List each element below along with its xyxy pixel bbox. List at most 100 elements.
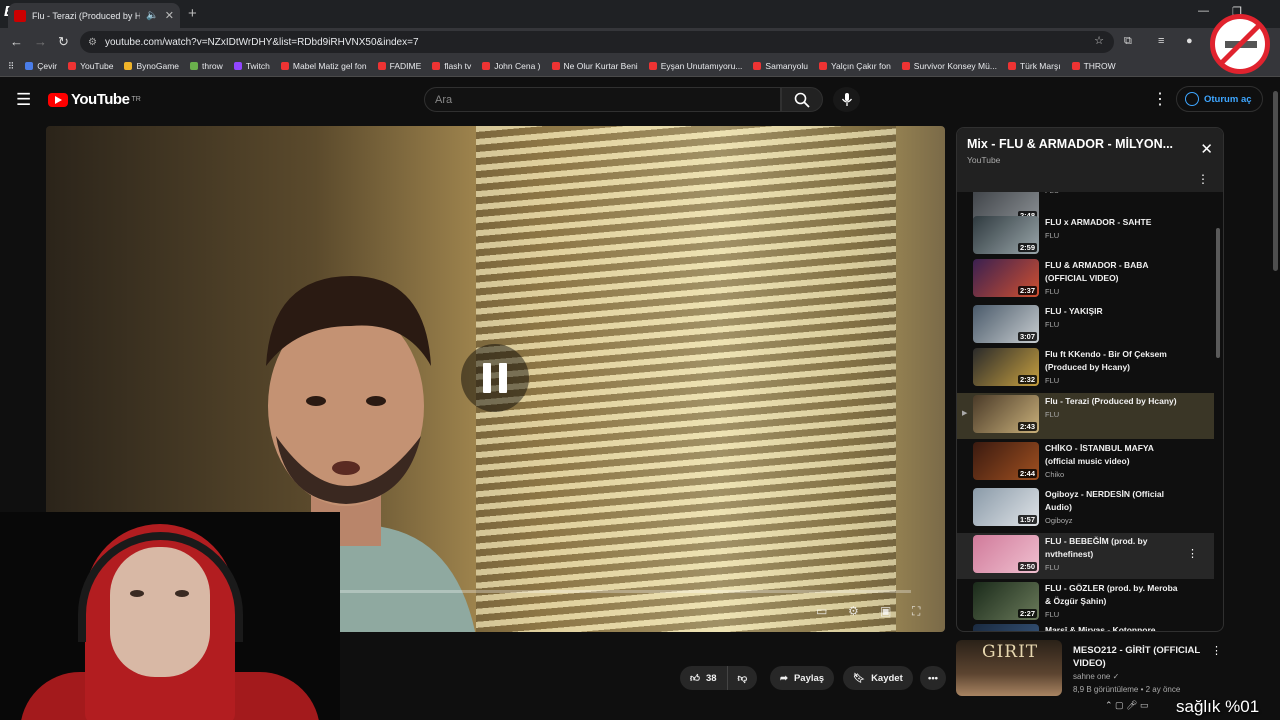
bookmark-item[interactable]: Samanyolu — [753, 61, 808, 71]
voice-search-button[interactable] — [833, 87, 860, 112]
settings-gear-icon[interactable]: ⚙ — [848, 604, 859, 618]
search-button[interactable] — [781, 87, 823, 112]
playlist-item-text: Flu ft KKendo - Bir Of Çeksem (Produced … — [1045, 348, 1185, 385]
bookmark-item[interactable]: Twitch — [233, 61, 270, 71]
playlist-item[interactable]: Marsî & Mirvas - Kotonnore — [957, 622, 1214, 632]
page-scrollbar[interactable] — [1270, 77, 1280, 720]
tab-title: Flu - Terazi (Produced by H — [32, 10, 141, 21]
browser-tab[interactable]: Flu - Terazi (Produced by H 🔈 ✕ — [8, 3, 180, 28]
bookmark-item[interactable]: Ne Olur Kurtar Beni — [551, 61, 638, 71]
share-button[interactable]: ➦ Paylaş — [770, 666, 835, 690]
extensions-icon[interactable]: ⧉ — [1124, 35, 1132, 48]
playlist-item[interactable]: 2:59 FLU x ARMADOR - SAHTE FLU — [957, 214, 1214, 260]
bookmark-favicon-icon — [482, 62, 491, 70]
pause-button[interactable] — [461, 344, 529, 412]
tab-close-icon[interactable]: ✕ — [165, 9, 174, 22]
playlist-thumbnail[interactable] — [973, 624, 1039, 631]
playlist-item[interactable]: 2:27 FLU - GÖZLER (prod. by. Meroba & Özg… — [957, 580, 1214, 626]
recommended-thumbnail[interactable]: GIRIT — [956, 640, 1062, 696]
playlist-item[interactable]: 2:50 FLU - BEBEĞİM (prod. by nvthefinest)… — [957, 533, 1214, 579]
recommended-channel[interactable]: sahne one ✓ — [1073, 672, 1119, 681]
profile-icon[interactable]: ● — [1186, 35, 1193, 47]
playlist-item[interactable]: 2:37 FLU & ARMADOR - BABA (OFFICIAL VIDEO… — [957, 257, 1214, 303]
playlist-item-text: CHİKO - İSTANBUL MAFYA (official music v… — [1045, 442, 1185, 479]
url-text: youtube.com/watch?v=NZxIDtWrDHY&list=RDb… — [104, 36, 419, 48]
bookmark-item[interactable]: flash tv — [432, 61, 471, 71]
playlist-scrollbar[interactable] — [1216, 228, 1220, 358]
playlist-item[interactable]: 2:32 Flu ft KKendo - Bir Of Çeksem (Produ… — [957, 346, 1214, 392]
settings-more-icon[interactable]: ⋮ — [1152, 89, 1168, 109]
new-tab-button[interactable]: + — [188, 5, 197, 22]
bookmark-item[interactable]: BynoGame — [124, 61, 179, 71]
sign-in-button[interactable]: Oturum aç — [1176, 86, 1263, 112]
playlist-item-more-icon[interactable]: ⋮ — [1187, 547, 1198, 560]
close-icon[interactable]: ✕ — [1200, 140, 1213, 158]
playlist-item[interactable]: 1:57 Ogiboyz - NERDESİN (Official Audio) O… — [957, 486, 1214, 532]
playlist-more-icon[interactable]: ⋮ — [1197, 172, 1209, 186]
playlist-item-channel: FLU — [1045, 231, 1060, 240]
playlist-thumbnail[interactable]: 2:27 — [973, 582, 1039, 620]
bookmark-item[interactable]: Türk Marşı — [1007, 61, 1061, 71]
fullscreen-icon[interactable]: ⛶ — [912, 604, 920, 619]
playlist-thumbnail[interactable]: 3:07 — [973, 305, 1039, 343]
more-actions-button[interactable]: ••• — [920, 666, 946, 690]
site-info-icon[interactable]: ⚙ — [88, 37, 97, 48]
playlist-thumbnail[interactable]: 2:44 — [973, 442, 1039, 480]
bookmark-favicon-icon — [648, 62, 657, 70]
recommended-title[interactable]: MESO212 - GİRİT (OFFICIAL VIDEO) — [1073, 644, 1213, 670]
like-button[interactable]: 👍︎ 38 — [680, 666, 727, 690]
save-button[interactable]: 🔖︎ Kaydet — [843, 666, 913, 690]
playlist-item[interactable]: 3:07 FLU - YAKIŞIR FLU — [957, 303, 1214, 349]
playlist-thumbnail[interactable]: 2:43 — [973, 395, 1039, 433]
playlist-thumbnail[interactable]: 2:59 — [973, 216, 1039, 254]
bookmark-item[interactable]: Eyşan Unutamıyoru... — [648, 61, 742, 71]
bookmark-favicon-icon — [68, 62, 77, 70]
bookmark-item[interactable]: Yalçın Çakır fon — [818, 61, 891, 71]
speaker-icon[interactable]: 🔈 — [146, 10, 158, 21]
playlist-item-channel: FLU — [1045, 376, 1060, 385]
playlist-item-title: Marsî & Mirvas - Kotonnore — [1045, 625, 1156, 632]
like-icon: 👍︎ — [690, 673, 700, 684]
media-icon[interactable]: ≡ — [1158, 35, 1164, 47]
theater-mode-icon[interactable]: ▣ — [880, 604, 891, 618]
playlist-item-channel: FLU — [1045, 192, 1185, 195]
bookmark-item[interactable]: THROW — [1071, 61, 1116, 71]
playlist-thumbnail[interactable]: 2:32 — [973, 348, 1039, 386]
subtitles-icon[interactable]: ▭ — [816, 604, 827, 618]
playlist-title[interactable]: Mix - FLU & ARMADOR - MİLYON... — [967, 137, 1187, 151]
back-icon[interactable]: ← — [10, 34, 23, 49]
playlist-item-text: Marsî & Mirvas - Kotonnore — [1045, 624, 1185, 632]
bookmark-item[interactable]: John Cena ) — [482, 61, 541, 71]
url-bar[interactable]: ⚙ youtube.com/watch?v=NZxIDtWrDHY&list=R… — [80, 31, 1114, 53]
youtube-header: ☰ YouTube TR Ara ⋮ Oturum aç — [0, 77, 1270, 121]
bookmark-item[interactable]: Çevir — [25, 61, 57, 71]
playlist-item[interactable]: ▶ 2:43 Flu - Terazi (Produced by Hcany) FLU — [957, 393, 1214, 439]
minimize-icon[interactable]: — — [1198, 5, 1209, 17]
bookmark-item[interactable]: YouTube — [68, 61, 113, 71]
recommended-more-icon[interactable]: ⋮ — [1211, 644, 1222, 657]
playlist-item[interactable]: 2:44 CHİKO - İSTANBUL MAFYA (official mus… — [957, 440, 1214, 486]
reload-icon[interactable]: ↻ — [58, 34, 69, 50]
bookmarks-bar: ⠿ Çevir YouTube BynoGame throw Twitch Ma… — [0, 56, 1280, 77]
playlist-item-title: Flu - Terazi (Produced by Hcany) — [1045, 396, 1177, 406]
playlist-item-title: FLU - YAKIŞIR — [1045, 306, 1103, 316]
bookmark-item[interactable]: Survivor Konsey Mü... — [901, 61, 997, 71]
apps-grid-icon[interactable]: ⠿ — [8, 61, 14, 72]
bookmark-star-icon[interactable]: ☆ — [1094, 34, 1104, 47]
bookmark-item[interactable]: FADIME — [377, 61, 421, 71]
bookmark-favicon-icon — [124, 62, 133, 70]
playlist-thumbnail[interactable]: 1:57 — [973, 488, 1039, 526]
page-scrollbar-thumb[interactable] — [1273, 91, 1278, 271]
dislike-button[interactable]: 👎︎ — [726, 666, 758, 690]
account-icon — [1185, 92, 1199, 106]
menu-icon[interactable]: ☰ — [16, 90, 31, 110]
playlist-thumbnail[interactable]: 2:37 — [973, 259, 1039, 297]
recommended-video[interactable]: GIRIT MESO212 - GİRİT (OFFICIAL VIDEO) s… — [956, 640, 1226, 696]
search-input[interactable]: Ara — [424, 87, 781, 112]
video-progress-bar[interactable] — [336, 590, 911, 593]
youtube-logo[interactable]: YouTube TR — [48, 91, 141, 108]
forward-icon[interactable]: → — [34, 34, 47, 49]
playlist-thumbnail[interactable]: 2:50 — [973, 535, 1039, 573]
bookmark-item[interactable]: throw — [190, 61, 223, 71]
bookmark-item[interactable]: Mabel Matiz gel fon — [280, 61, 367, 71]
